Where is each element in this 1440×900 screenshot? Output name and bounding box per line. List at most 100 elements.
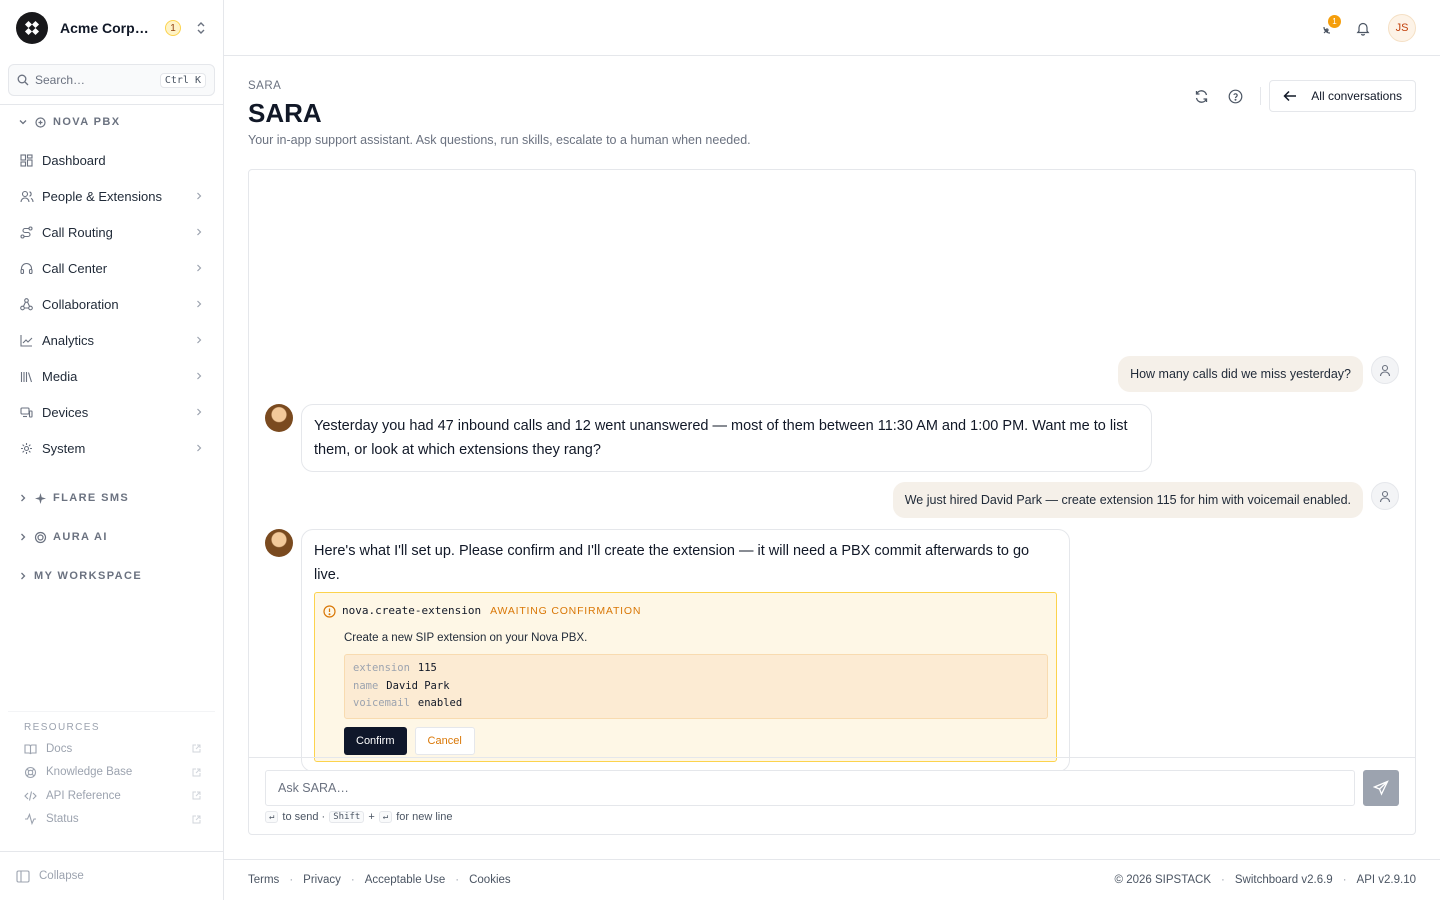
user-avatar-icon: [1371, 356, 1399, 384]
header-actions: All conversations: [1184, 80, 1416, 112]
user-message: How many calls did we miss yesterday?: [1118, 356, 1399, 392]
resource-label: Knowledge Base: [46, 766, 133, 779]
tool-params: extension 115 name David Park voicemail ena…: [344, 654, 1048, 719]
hint-to-send: to send ·: [282, 811, 326, 823]
sidebar-item-call-routing[interactable]: Call Routing: [0, 214, 223, 250]
routing-icon: [20, 225, 34, 239]
assistant-message-bubble: Here's what I'll set up. Please confirm …: [301, 529, 1070, 772]
target-icon: [34, 531, 47, 544]
org-switcher[interactable]: Acme Corporation 1: [0, 0, 223, 56]
section-aura-ai[interactable]: AURA AI: [0, 527, 223, 547]
org-name: Acme Corporation: [60, 20, 156, 36]
sara-avatar: [265, 529, 293, 557]
topbar-actions: 1 JS: [1312, 14, 1416, 42]
sidebar-nav: NOVA PBX Dashboard People & Extensions C…: [0, 112, 223, 586]
tool-name: nova.create-extension: [342, 604, 482, 617]
sidebar-item-people-extensions[interactable]: People & Extensions: [0, 178, 223, 214]
footer-link-terms[interactable]: Terms: [248, 874, 279, 886]
hint-plus: +: [368, 811, 375, 823]
tool-call-header: nova.create-extension AWAITING CONFIRMAT…: [323, 599, 1048, 623]
dashboard-icon: [20, 153, 34, 167]
sidebar-item-analytics[interactable]: Analytics: [0, 322, 223, 358]
footer-meta: © 2026 SIPSTACK · Switchboard v2.6.9 · A…: [1115, 874, 1416, 886]
send-icon: [1373, 780, 1389, 796]
param-value: 115: [417, 662, 437, 674]
section-nova-pbx[interactable]: NOVA PBX: [0, 112, 223, 132]
sidebar-divider: [0, 104, 223, 105]
help-circle-icon: [1228, 89, 1243, 104]
sidebar-item-media[interactable]: Media: [0, 358, 223, 394]
phone-icon: [34, 116, 47, 129]
param-value: David Park: [386, 679, 450, 692]
footer-link-privacy[interactable]: Privacy: [303, 874, 341, 886]
resource-docs[interactable]: Docs: [8, 737, 215, 761]
send-button[interactable]: [1363, 770, 1399, 806]
param-row: voicemail enabled: [353, 695, 1039, 713]
resource-api-reference[interactable]: API Reference: [8, 784, 215, 808]
breadcrumb: SARA: [248, 80, 282, 92]
people-icon: [20, 190, 34, 203]
search-box[interactable]: Search… Ctrl K: [8, 64, 215, 96]
sidebar-item-label: Collaboration: [42, 296, 119, 312]
section-my-workspace[interactable]: MY WORKSPACE: [0, 566, 223, 586]
external-link-icon: [192, 768, 201, 777]
code-icon: [24, 790, 38, 802]
sidebar-collapse-icon: [16, 869, 30, 883]
sidebar-item-devices[interactable]: Devices: [0, 394, 223, 430]
section-flare-sms[interactable]: FLARE SMS: [0, 488, 223, 508]
param-key: voicemail: [353, 697, 410, 709]
book-icon: [24, 743, 38, 755]
headset-icon: [20, 262, 34, 275]
analytics-icon: [20, 334, 34, 347]
tool-actions: Confirm Cancel: [344, 726, 1048, 755]
user-avatar[interactable]: JS: [1388, 14, 1416, 42]
help-button[interactable]: [1218, 80, 1252, 112]
footer: Terms · Privacy · Acceptable Use · Cooki…: [224, 859, 1440, 900]
sidebar-item-label: Dashboard: [42, 152, 106, 168]
bell-icon: [1356, 21, 1370, 36]
sidebar-item-dashboard[interactable]: Dashboard: [0, 142, 223, 178]
org-logo-icon: [16, 12, 48, 44]
chevron-right-icon: [18, 493, 28, 503]
assistant-message-text: Here's what I'll set up. Please confirm …: [314, 543, 1030, 583]
chevron-right-icon: [195, 191, 203, 201]
lifebuoy-icon: [24, 766, 38, 779]
resource-knowledge-base[interactable]: Knowledge Base: [8, 761, 215, 785]
sidebar-item-collaboration[interactable]: Collaboration: [0, 286, 223, 322]
chevron-right-icon: [195, 407, 203, 417]
assistant-message: Here's what I'll set up. Please confirm …: [265, 529, 1070, 772]
footer-separator: ·: [455, 874, 460, 886]
footer-separator: ·: [289, 874, 294, 886]
user-avatar-icon: [1371, 482, 1399, 510]
refresh-icon: [1194, 89, 1209, 104]
chevron-up-down-icon[interactable]: [195, 21, 207, 35]
chevron-right-icon: [18, 571, 28, 581]
alert-circle-icon: [323, 604, 336, 618]
sidebar-item-call-center[interactable]: Call Center: [0, 250, 223, 286]
sidebar-item-label: Call Routing: [42, 224, 113, 240]
resource-label: API Reference: [46, 789, 121, 802]
footer-link-cookies[interactable]: Cookies: [469, 874, 511, 886]
footer-separator: ·: [1221, 874, 1225, 886]
message-input[interactable]: [265, 770, 1355, 806]
confirm-button[interactable]: Confirm: [344, 726, 407, 755]
notifications-button[interactable]: [1346, 14, 1380, 42]
cancel-button[interactable]: Cancel: [414, 726, 475, 755]
activity-feed-button[interactable]: 1: [1312, 14, 1346, 42]
enter-key: ↵: [265, 811, 279, 823]
footer-link-acceptable-use[interactable]: Acceptable Use: [365, 874, 446, 886]
resource-label: Status: [46, 813, 79, 826]
footer-separator: ·: [350, 874, 355, 886]
sidebar-item-system[interactable]: System: [0, 430, 223, 466]
org-badge: 1: [165, 20, 181, 36]
section-title: MY WORKSPACE: [34, 570, 143, 582]
chevron-right-icon: [195, 371, 203, 381]
header-divider: [1260, 87, 1262, 105]
resource-status[interactable]: Status: [8, 808, 215, 832]
all-conversations-button[interactable]: All conversations: [1269, 80, 1416, 112]
collapse-sidebar-button[interactable]: Collapse: [0, 851, 223, 900]
all-conversations-label: All conversations: [1311, 89, 1402, 103]
user-message: We just hired David Park — create extens…: [892, 482, 1399, 518]
resources: RESOURCES Docs Knowledge Base API Refere…: [8, 711, 215, 831]
refresh-button[interactable]: [1184, 80, 1218, 112]
